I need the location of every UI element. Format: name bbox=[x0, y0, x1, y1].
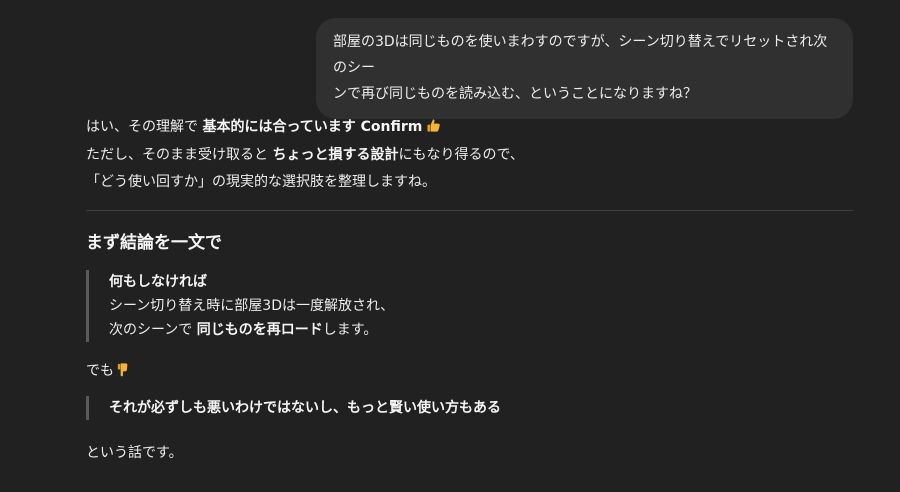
intro-line-2: ただし、そのまま受け取ると ちょっと損する設計にもなり得るので、 bbox=[86, 142, 853, 170]
blockquote-conclusion: 何もしなければ シーン切り替え時に部屋3Dは一度解放され、 次のシーンで 同じも… bbox=[86, 269, 853, 342]
but-paragraph: でも bbox=[86, 358, 853, 384]
user-message-bubble: 部屋の3Dは同じものを使いまわすのですが、シーン切り替えでリセットされ次のシー … bbox=[316, 18, 853, 119]
section-heading: まず結論を一文で bbox=[86, 232, 222, 253]
quote-line: シーン切り替え時に部屋3Dは一度解放され、 bbox=[109, 297, 395, 314]
divider bbox=[86, 209, 853, 211]
intro-line-1: はい、その理解で 基本的には合っています Confirm bbox=[86, 114, 853, 142]
quote-text: します。 bbox=[322, 321, 378, 338]
intro-text: はい、その理解で bbox=[86, 119, 203, 135]
pointing-down-icon bbox=[115, 360, 130, 376]
assistant-message: はい、その理解で 基本的には合っています Confirm ただし、そのまま受け取… bbox=[86, 114, 853, 466]
user-message-line: ンで再び同じものを読み込む、ということになりますね？ bbox=[333, 86, 697, 102]
intro-bold: ちょっと損する設計 bbox=[272, 146, 399, 163]
quote-line: 次のシーンで 同じものを再ロードします。 bbox=[109, 318, 853, 342]
closing-paragraph: という話です。 bbox=[86, 444, 183, 461]
but-text: でも bbox=[86, 362, 114, 379]
quote-bold: 同じものを再ロード bbox=[196, 321, 323, 338]
quote-text: 次のシーンで bbox=[109, 321, 197, 338]
quote-bold: それが必ずしも悪いわけではないし、もっと賢い使い方もある bbox=[109, 399, 501, 416]
intro-bold: 基本的には合っています Confirm bbox=[202, 119, 423, 135]
intro-text: ただし、そのまま受け取ると bbox=[86, 146, 273, 163]
quote-title: 何もしなければ bbox=[109, 273, 207, 290]
intro-line-3: 「どう使い回すか」の現実的な選択肢を整理しますね。 bbox=[86, 174, 436, 190]
chat-page: 部屋の3Dは同じものを使いまわすのですが、シーン切り替えでリセットされ次のシー … bbox=[0, 0, 900, 492]
thumbs-up-icon bbox=[426, 116, 441, 132]
intro-text: にもなり得るので、 bbox=[398, 146, 524, 163]
blockquote-note: それが必ずしも悪いわけではないし、もっと賢い使い方もある bbox=[86, 395, 853, 420]
user-message-line: 部屋の3Dは同じものを使いまわすのですが、シーン切り替えでリセットされ次のシー bbox=[333, 34, 828, 76]
